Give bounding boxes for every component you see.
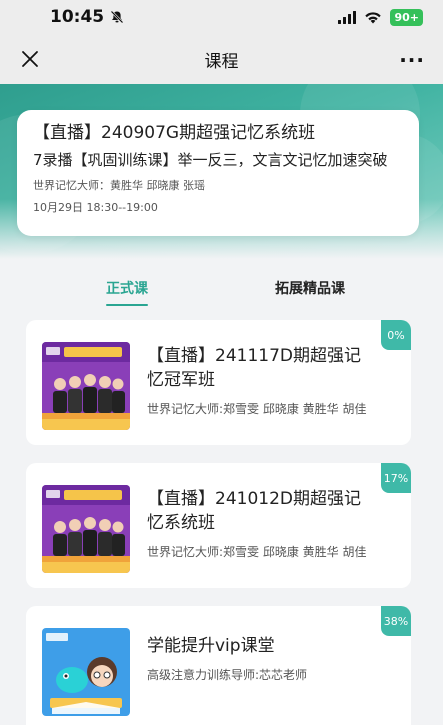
status-bar: 10:45 90+ — [0, 0, 443, 34]
course-tabs: 正式课 拓展精品课 — [0, 278, 443, 308]
tab-extended-courses[interactable]: 拓展精品课 — [275, 278, 345, 298]
more-icon[interactable]: ··· — [399, 48, 425, 72]
clock: 10:45 — [50, 7, 105, 27]
course-thumbnail — [42, 342, 130, 430]
status-time: 10:45 — [50, 7, 124, 27]
nav-bar: 课程 ··· — [0, 34, 443, 84]
course-teachers: 世界记忆大师:郑雪雯 邱晓康 黄胜华 胡佳 — [147, 545, 367, 559]
course-thumbnail — [42, 628, 130, 716]
progress-badge: 0% — [381, 320, 411, 350]
close-icon[interactable] — [20, 49, 40, 69]
bell-muted-icon — [110, 10, 124, 24]
course-title: 【直播】241117D期超强记忆冠军班 — [147, 346, 361, 390]
page-title: 课程 — [204, 51, 239, 72]
course-title: 学能提升vip课堂 — [147, 636, 275, 656]
live-class-teachers: 世界记忆大师：黄胜华 邱晓康 张瑶 — [33, 179, 205, 192]
course-title: 【直播】241012D期超强记忆系统班 — [147, 489, 361, 533]
progress-badge: 17% — [381, 463, 411, 493]
status-icons: 90+ — [338, 8, 423, 26]
signal-icon — [338, 10, 357, 24]
course-card[interactable]: 学能提升vip课堂 高级注意力训练导师:芯芯老师 38% — [26, 606, 411, 725]
course-card[interactable]: 【直播】241117D期超强记忆冠军班 世界记忆大师:郑雪雯 邱晓康 黄胜华 胡… — [26, 320, 411, 445]
live-class-title: 【直播】240907G期超强记忆系统班 — [33, 123, 316, 143]
progress-badge: 38% — [381, 606, 411, 636]
live-class-subtitle: 7录播【巩固训练课】举一反三，文言文记忆加速突破 — [33, 151, 388, 169]
battery-indicator: 90+ — [390, 8, 423, 26]
course-thumbnail — [42, 485, 130, 573]
wifi-icon — [365, 11, 382, 23]
course-card[interactable]: 【直播】241012D期超强记忆系统班 世界记忆大师:郑雪雯 邱晓康 黄胜华 胡… — [26, 463, 411, 588]
live-class-card[interactable]: 【直播】240907G期超强记忆系统班 7录播【巩固训练课】举一反三，文言文记忆… — [17, 110, 419, 236]
course-teachers: 高级注意力训练导师:芯芯老师 — [147, 668, 308, 682]
live-class-time: 10月29日 18:30--19:00 — [33, 201, 158, 214]
course-teachers: 世界记忆大师:郑雪雯 邱晓康 黄胜华 胡佳 — [147, 402, 367, 416]
tab-formal-courses[interactable]: 正式课 — [106, 278, 148, 306]
